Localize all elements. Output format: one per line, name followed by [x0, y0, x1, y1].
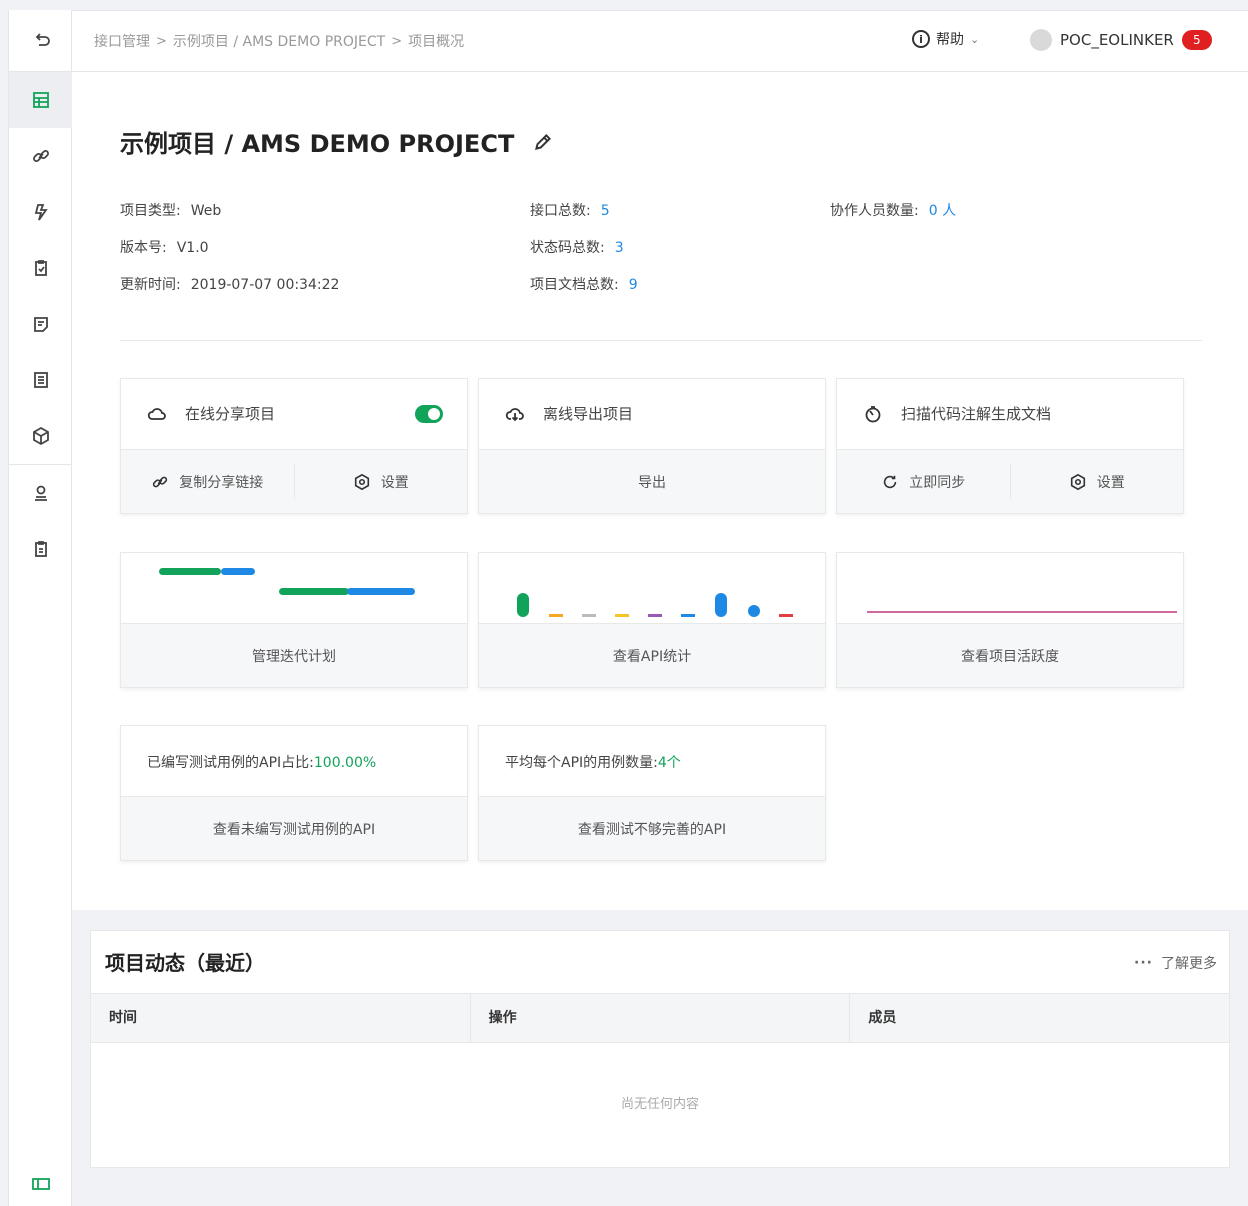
link-icon — [32, 150, 49, 162]
share-title: 在线分享项目 — [185, 405, 276, 423]
breadcrumb-item[interactable]: 示例项目 / AMS DEMO PROJECT — [173, 31, 385, 51]
scan-title: 扫描代码注解生成文档 — [901, 405, 1052, 423]
sidebar-item-cases[interactable] — [9, 240, 72, 296]
iteration-preview-icon — [159, 568, 415, 595]
more-icon: ··· — [1134, 955, 1153, 971]
project-title: 示例项目 / AMS DEMO PROJECT — [120, 130, 515, 158]
scan-settings-button[interactable]: 设置 — [1009, 464, 1184, 499]
link-icon — [153, 476, 168, 487]
api-stats-preview-icon — [517, 593, 793, 617]
document-icon — [33, 372, 48, 388]
note-icon — [33, 317, 48, 332]
project-updated: 更新时间: 2019-07-07 00:34:22 — [120, 277, 340, 293]
collaborator-count: 协作人员数量: 0 人 — [830, 203, 957, 219]
test-ratio-stat: 已编写测试用例的API占比:100.00% — [147, 755, 377, 771]
doc-total: 项目文档总数: 9 — [530, 277, 638, 293]
username: POC_EOLINKER — [1060, 31, 1174, 49]
divider — [120, 340, 1202, 341]
avatar — [1030, 29, 1052, 51]
sync-now-button[interactable]: 立即同步 — [837, 450, 1010, 513]
manage-iteration-button[interactable]: 管理迭代计划 — [121, 624, 467, 687]
empty-state: 尚无任何内容 — [620, 1097, 699, 1112]
sidebar-item-api[interactable] — [9, 128, 72, 184]
test-avg-stat: 平均每个API的用例数量:4个 — [505, 755, 681, 771]
iteration-card: 管理迭代计划 — [120, 552, 468, 688]
edit-icon[interactable] — [532, 131, 554, 153]
activity-title: 项目动态（最近） — [105, 951, 265, 975]
share-card: 在线分享项目 复制分享链接 设置 — [120, 378, 468, 514]
chevron-right-icon: > — [391, 33, 403, 49]
page-title: 示例项目 / AMS DEMO PROJECT — [120, 124, 554, 159]
status-code-total: 状态码总数: 3 — [530, 240, 624, 256]
sidebar-item-modules[interactable] — [9, 408, 72, 464]
sync-icon — [884, 475, 897, 488]
export-button[interactable]: 导出 — [479, 450, 825, 513]
breadcrumb-item: 项目概况 — [408, 34, 465, 50]
help-menu[interactable]: i 帮助 ⌄ — [912, 29, 979, 49]
activity-table-header: 时间 操作 成员 — [91, 993, 1229, 1043]
sidebar-item-test[interactable] — [9, 184, 72, 240]
notification-badge[interactable]: 5 — [1181, 30, 1212, 50]
sidebar-item-overview[interactable] — [9, 72, 72, 128]
grid-icon — [32, 92, 49, 108]
info-icon: i — [912, 30, 930, 48]
share-settings-button[interactable]: 设置 — [293, 464, 468, 499]
api-total: 接口总数: 5 — [530, 203, 610, 219]
gear-icon — [1070, 473, 1085, 490]
timer-icon — [865, 405, 881, 422]
left-sidebar — [8, 10, 72, 1206]
sidebar-item-logs[interactable] — [9, 521, 72, 577]
project-overview: 示例项目 / AMS DEMO PROJECT 项目类型: Web 版本号: V1.… — [72, 72, 1248, 910]
back-icon[interactable] — [9, 12, 72, 68]
help-label: 帮助 — [936, 32, 964, 48]
activity-preview-icon — [867, 611, 1177, 613]
export-title: 离线导出项目 — [543, 405, 634, 423]
sidebar-item-docs[interactable] — [9, 352, 72, 408]
cube-icon — [32, 426, 49, 446]
cloud-download-icon — [505, 407, 524, 421]
chevron-right-icon: > — [156, 33, 167, 49]
export-card: 离线导出项目 导出 — [478, 378, 826, 514]
cloud-icon — [147, 407, 166, 420]
collapse-sidebar-icon[interactable] — [9, 1156, 72, 1206]
breadcrumb-item[interactable]: 接口管理 — [94, 31, 150, 51]
activity-panel: 项目动态（最近） ··· 了解更多 时间 操作 成员 尚无任何内容 — [90, 930, 1230, 1168]
breadcrumb: 接口管理 > 示例项目 / AMS DEMO PROJECT > 项目概况 — [94, 31, 464, 51]
test-ratio-card: 已编写测试用例的API占比:100.00% 查看未编写测试用例的API — [120, 725, 468, 861]
chevron-down-icon: ⌄ — [970, 32, 980, 46]
learn-more-link[interactable]: ··· 了解更多 — [1134, 953, 1217, 973]
project-version: 版本号: V1.0 — [120, 240, 209, 256]
project-type: 项目类型: Web — [120, 203, 222, 219]
column-header: 成员 — [868, 1010, 897, 1026]
scan-card: 扫描代码注解生成文档 立即同步 设置 — [836, 378, 1184, 514]
copy-link-button[interactable]: 复制分享链接 — [121, 450, 294, 513]
clipboard-icon — [34, 260, 47, 276]
user-icon — [34, 485, 47, 501]
view-activity-button[interactable]: 查看项目活跃度 — [837, 624, 1183, 687]
sidebar-item-members[interactable] — [9, 465, 72, 521]
user-menu[interactable]: POC_EOLINKER 5 — [1030, 29, 1212, 51]
sidebar-item-notes[interactable] — [9, 296, 72, 352]
share-toggle[interactable] — [415, 405, 443, 423]
clipboard-list-icon — [34, 541, 47, 557]
view-incomplete-test-api-button[interactable]: 查看测试不够完善的API — [479, 797, 825, 860]
column-header: 操作 — [471, 994, 851, 1042]
column-header: 时间 — [91, 994, 471, 1042]
view-untested-api-button[interactable]: 查看未编写测试用例的API — [121, 797, 467, 860]
view-api-stats-button[interactable]: 查看API统计 — [479, 624, 825, 687]
lightning-icon — [34, 204, 48, 221]
api-stats-card: 查看API统计 — [478, 552, 826, 688]
test-avg-card: 平均每个API的用例数量:4个 查看测试不够完善的API — [478, 725, 826, 861]
top-bar: 接口管理 > 示例项目 / AMS DEMO PROJECT > 项目概况 i … — [72, 10, 1248, 72]
activity-chart-card: 查看项目活跃度 — [836, 552, 1184, 688]
gear-icon — [354, 473, 369, 490]
